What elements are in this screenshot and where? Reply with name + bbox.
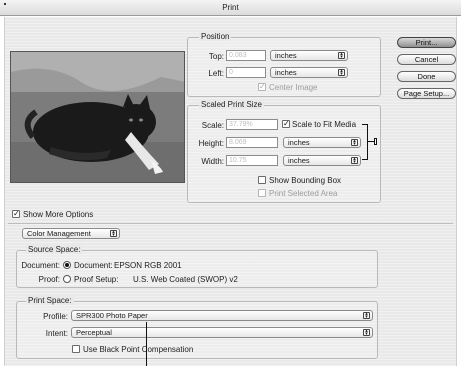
popup-stepper-icon: ▴ ▾ [363,312,370,319]
window-title: Print [0,0,461,16]
print-selected-area-checkbox[interactable] [258,189,266,197]
black-point-compensation-checkbox[interactable] [72,345,80,353]
position-legend: Position [199,32,232,41]
show-more-options-label: Show More Options [23,210,94,219]
left-unit-popup[interactable]: inches ▴ ▾ [270,67,348,78]
show-bounding-box-label: Show Bounding Box [269,176,342,185]
document-label: Document: [21,261,60,270]
top-field[interactable]: 0.083 [226,50,266,61]
cat-photo-thumbnail [11,52,184,182]
checkmark-icon: ✓ [283,119,290,128]
popup-stepper-icon: ▴ ▾ [363,329,370,336]
profile-popup[interactable]: SPR300 Photo Paper ▴ ▾ [71,310,373,321]
proof-option-label: Proof Setup: [74,275,119,284]
width-field[interactable]: 10.75 [226,155,278,166]
image-preview [10,51,185,183]
scale-to-fit-media-checkbox[interactable]: ✓ [282,120,290,128]
options-divider [8,223,453,224]
intent-popup[interactable]: Perceptual ▴ ▾ [71,327,373,338]
black-point-compensation-label: Use Black Point Compensation [83,345,194,354]
document-option-label: Document: [74,261,113,270]
checkmark-icon: ✓ [259,82,266,91]
height-field[interactable]: 8.069 [226,137,278,148]
print-space-legend: Print Space: [26,296,74,305]
scale-field[interactable]: 37.79% [226,119,278,130]
popup-stepper-icon: ▴ ▾ [351,157,358,164]
document-profile: EPSON RGB 2001 [114,261,182,270]
scale-to-fit-media-label: Scale to Fit Media [292,120,357,129]
top-label: Top: [208,52,224,61]
profile-label: Profile: [43,312,68,321]
center-image-label: Center Image [269,83,318,92]
page-setup-button[interactable]: Page Setup... [397,88,456,99]
intent-value: Perceptual [76,328,112,337]
scaled-print-size-legend: Scaled Print Size [199,100,264,109]
profile-value: SPR300 Photo Paper [76,311,148,320]
popup-stepper-icon: ▴ ▾ [338,69,345,76]
link-bracket-icon [362,124,368,160]
proof-radio[interactable] [63,275,71,283]
show-more-options-checkbox[interactable]: ✓ [12,210,20,218]
popup-stepper-icon: ▴ ▾ [351,139,358,146]
center-image-checkbox[interactable]: ✓ [258,83,266,91]
print-selected-area-label: Print Selected Area [269,189,338,198]
show-bounding-box-checkbox[interactable] [258,176,266,184]
proof-label: Proof: [38,275,60,284]
intent-label: Intent: [45,329,68,338]
width-label: Width: [201,157,224,166]
popup-stepper-icon: ▴ ▾ [110,230,117,237]
checkmark-icon: ✓ [13,209,20,218]
options-mode-value: Color Management [27,229,91,238]
scale-label: Scale: [201,121,224,130]
print-button[interactable]: Print... [397,37,456,48]
source-space-legend: Source Space: [26,245,83,254]
callout-line [146,322,147,366]
height-unit-value: inches [288,138,310,147]
document-radio[interactable] [63,261,71,269]
proof-profile: U.S. Web Coated (SWOP) v2 [133,275,238,284]
height-label: Height: [198,139,224,148]
top-unit-value: inches [275,51,297,60]
options-mode-popup[interactable]: Color Management ▴ ▾ [22,228,120,239]
left-unit-value: inches [275,68,297,77]
width-unit-value: inches [288,156,310,165]
link-lock-icon[interactable] [374,138,377,145]
done-button[interactable]: Done [397,71,456,82]
left-label: Left: [208,69,224,78]
left-field[interactable]: 0 [226,67,266,78]
height-unit-popup[interactable]: inches ▴ ▾ [283,137,361,148]
popup-stepper-icon: ▴ ▾ [338,52,345,59]
width-unit-popup[interactable]: inches ▴ ▾ [283,155,361,166]
top-unit-popup[interactable]: inches ▴ ▾ [270,50,348,61]
cancel-button[interactable]: Cancel [397,54,456,65]
window-corner-mark [4,3,6,5]
